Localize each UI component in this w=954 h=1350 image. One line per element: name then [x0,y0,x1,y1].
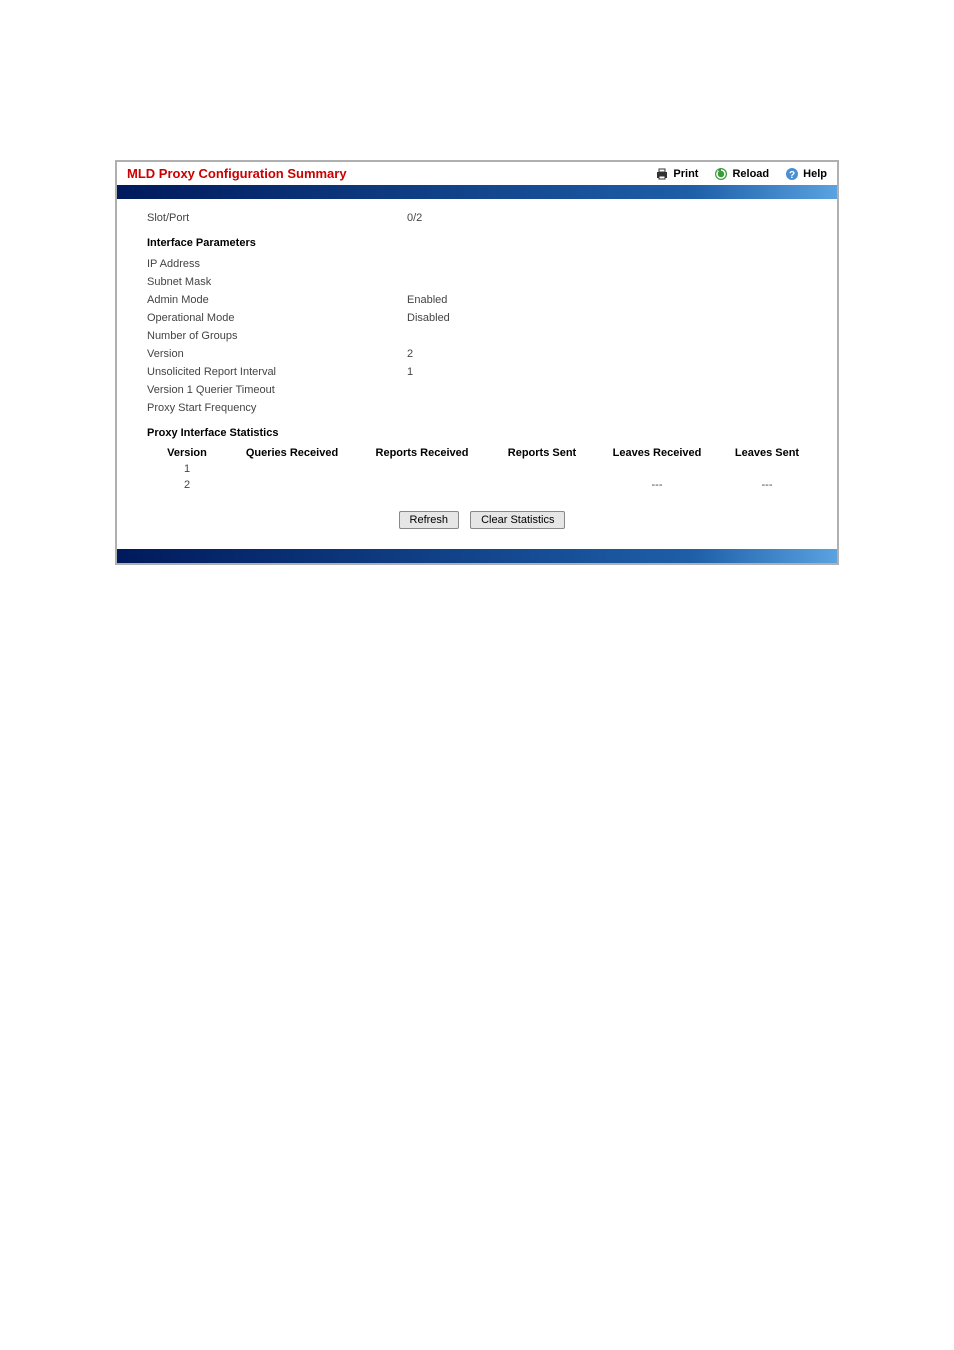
interface-parameters-heading: Interface Parameters [147,237,817,249]
cell-rs [487,463,597,475]
reload-icon [714,167,728,181]
subnet-mask-label: Subnet Mask [147,276,407,288]
header-version: Version [147,447,227,459]
version-row: Version 2 [147,345,817,363]
unsolicited-report-interval-value: 1 [407,366,817,378]
cell-ls: --- [717,479,817,491]
header-queries-received: Queries Received [227,447,357,459]
table-row: 1 [147,461,817,477]
subnet-mask-value [407,276,817,288]
admin-mode-row: Admin Mode Enabled [147,291,817,309]
help-label: Help [803,168,827,180]
clear-statistics-button[interactable]: Clear Statistics [470,511,565,529]
stats-table: Version Queries Received Reports Receive… [147,445,817,493]
header-leaves-sent: Leaves Sent [717,447,817,459]
cell-rr [357,463,487,475]
number-of-groups-label: Number of Groups [147,330,407,342]
bottom-blue-bar [117,549,837,563]
cell-qr [227,479,357,491]
top-blue-bar [117,185,837,199]
admin-mode-label: Admin Mode [147,294,407,306]
print-button[interactable]: Print [655,167,698,181]
slot-port-label: Slot/Port [147,212,407,224]
print-icon [655,167,669,181]
help-button[interactable]: ? Help [785,167,827,181]
operational-mode-value: Disabled [407,312,817,324]
cell-ls [717,463,817,475]
version-value: 2 [407,348,817,360]
table-row: 2 --- --- [147,477,817,493]
header-reports-received: Reports Received [357,447,487,459]
ip-address-value [407,258,817,270]
v1-querier-timeout-value [407,384,817,396]
svg-text:?: ? [789,170,795,181]
cell-version: 1 [147,463,227,475]
version-label: Version [147,348,407,360]
operational-mode-row: Operational Mode Disabled [147,309,817,327]
v1-querier-timeout-row: Version 1 Querier Timeout [147,381,817,399]
cell-rs [487,479,597,491]
proxy-interface-statistics-heading: Proxy Interface Statistics [147,427,817,439]
proxy-start-frequency-label: Proxy Start Frequency [147,402,407,414]
ip-address-row: IP Address [147,255,817,273]
cell-lr: --- [597,479,717,491]
header-reports-sent: Reports Sent [487,447,597,459]
unsolicited-report-interval-label: Unsolicited Report Interval [147,366,407,378]
page-title: MLD Proxy Configuration Summary [127,166,347,181]
reload-button[interactable]: Reload [714,167,769,181]
cell-rr [357,479,487,491]
slot-port-value: 0/2 [407,212,817,224]
v1-querier-timeout-label: Version 1 Querier Timeout [147,384,407,396]
subnet-mask-row: Subnet Mask [147,273,817,291]
proxy-start-frequency-row: Proxy Start Frequency [147,399,817,417]
cell-qr [227,463,357,475]
stats-header-row: Version Queries Received Reports Receive… [147,445,817,461]
slot-port-row: Slot/Port 0/2 [147,209,817,227]
header-leaves-received: Leaves Received [597,447,717,459]
refresh-button[interactable]: Refresh [399,511,460,529]
ip-address-label: IP Address [147,258,407,270]
operational-mode-label: Operational Mode [147,312,407,324]
proxy-start-frequency-value [407,402,817,414]
cell-version: 2 [147,479,227,491]
admin-mode-value: Enabled [407,294,817,306]
unsolicited-report-interval-row: Unsolicited Report Interval 1 [147,363,817,381]
number-of-groups-row: Number of Groups [147,327,817,345]
reload-label: Reload [732,168,769,180]
cell-lr [597,463,717,475]
help-icon: ? [785,167,799,181]
print-label: Print [673,168,698,180]
number-of-groups-value [407,330,817,342]
